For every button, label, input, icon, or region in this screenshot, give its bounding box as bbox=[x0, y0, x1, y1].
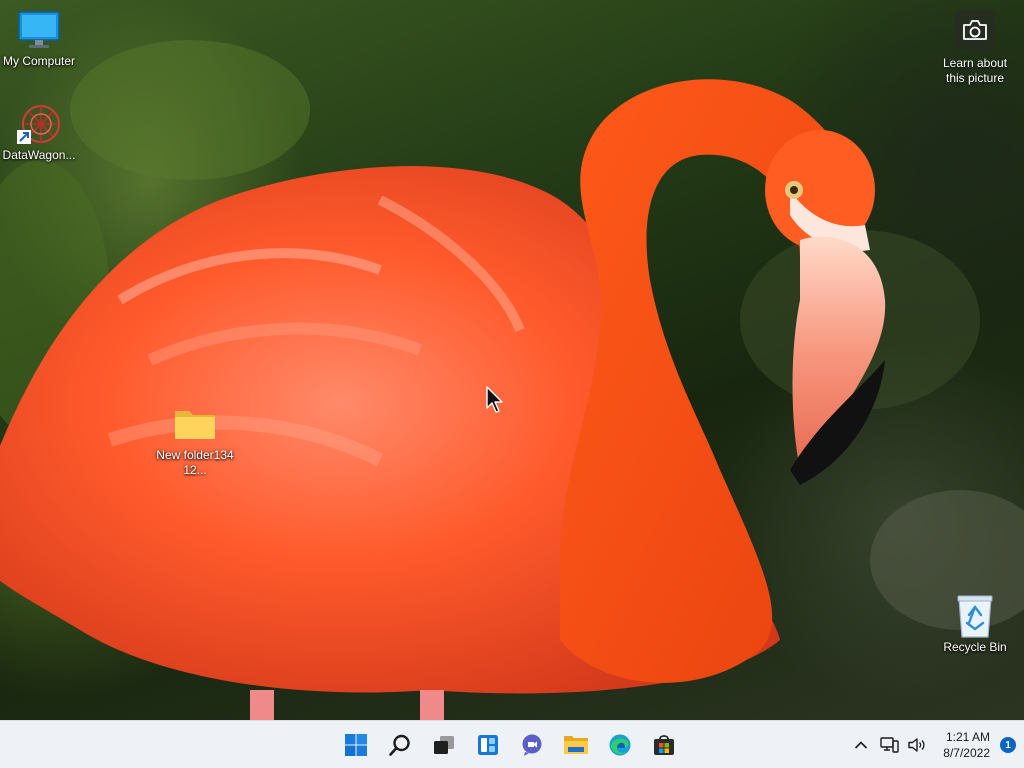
windows-start-icon bbox=[345, 734, 367, 756]
network-icon bbox=[880, 737, 899, 753]
desktop-icon-label: New folder13412... bbox=[156, 448, 234, 477]
recycle-bin-icon bbox=[951, 594, 999, 638]
file-explorer-icon bbox=[564, 736, 588, 754]
camera-icon bbox=[955, 10, 995, 50]
volume-button[interactable] bbox=[905, 733, 929, 757]
chat-button[interactable] bbox=[512, 725, 552, 765]
desktop-icon-recycle-bin[interactable]: Recycle Bin bbox=[936, 594, 1014, 655]
widgets-icon bbox=[478, 735, 498, 755]
desktop-icon-new-folder[interactable]: New folder13412... bbox=[156, 402, 234, 478]
clock-date: 8/7/2022 bbox=[943, 746, 990, 760]
desktop-icon-datawagon[interactable]: DataWagon... bbox=[0, 102, 78, 163]
widgets-button[interactable] bbox=[468, 725, 508, 765]
mouse-cursor-icon bbox=[486, 386, 503, 413]
monitor-icon bbox=[15, 8, 63, 52]
clock-time: 1:21 AM bbox=[945, 730, 990, 744]
file-explorer-button[interactable] bbox=[556, 725, 596, 765]
store-icon bbox=[654, 735, 674, 755]
taskbar-apps bbox=[336, 725, 684, 765]
flamingo-photo bbox=[0, 40, 1024, 720]
desktop-icon-label: DataWagon... bbox=[2, 148, 76, 162]
desktop-icon-my-computer[interactable]: My Computer bbox=[0, 8, 78, 69]
task-view-icon bbox=[434, 736, 454, 754]
search-button[interactable] bbox=[380, 725, 420, 765]
store-button[interactable] bbox=[644, 725, 684, 765]
notification-badge[interactable]: 1 bbox=[1000, 737, 1016, 753]
network-button[interactable] bbox=[877, 733, 901, 757]
learn-about-picture-label: Learn about this picture bbox=[942, 56, 1008, 85]
clock-button[interactable]: 1:21 AM 8/7/2022 bbox=[943, 729, 990, 761]
task-view-button[interactable] bbox=[424, 725, 464, 765]
chevron-up-icon bbox=[855, 741, 868, 749]
chat-icon bbox=[522, 734, 542, 756]
desktop-icon-label: Recycle Bin bbox=[943, 640, 1007, 654]
start-button[interactable] bbox=[336, 725, 376, 765]
speaker-icon bbox=[908, 738, 925, 752]
edge-button[interactable] bbox=[600, 725, 640, 765]
taskbar: 1:21 AM 8/7/2022 1 bbox=[0, 720, 1024, 768]
desktop-icon-label: My Computer bbox=[2, 54, 76, 68]
search-icon bbox=[389, 734, 410, 756]
folder-icon bbox=[171, 402, 219, 446]
show-hidden-icons-button[interactable] bbox=[849, 733, 873, 757]
desktop-wallpaper bbox=[0, 0, 1024, 720]
edge-icon bbox=[609, 734, 631, 756]
learn-about-picture[interactable]: Learn about this picture bbox=[932, 10, 1018, 86]
system-tray: 1:21 AM 8/7/2022 1 bbox=[849, 721, 1016, 768]
datawagon-shortcut-icon bbox=[15, 102, 63, 146]
